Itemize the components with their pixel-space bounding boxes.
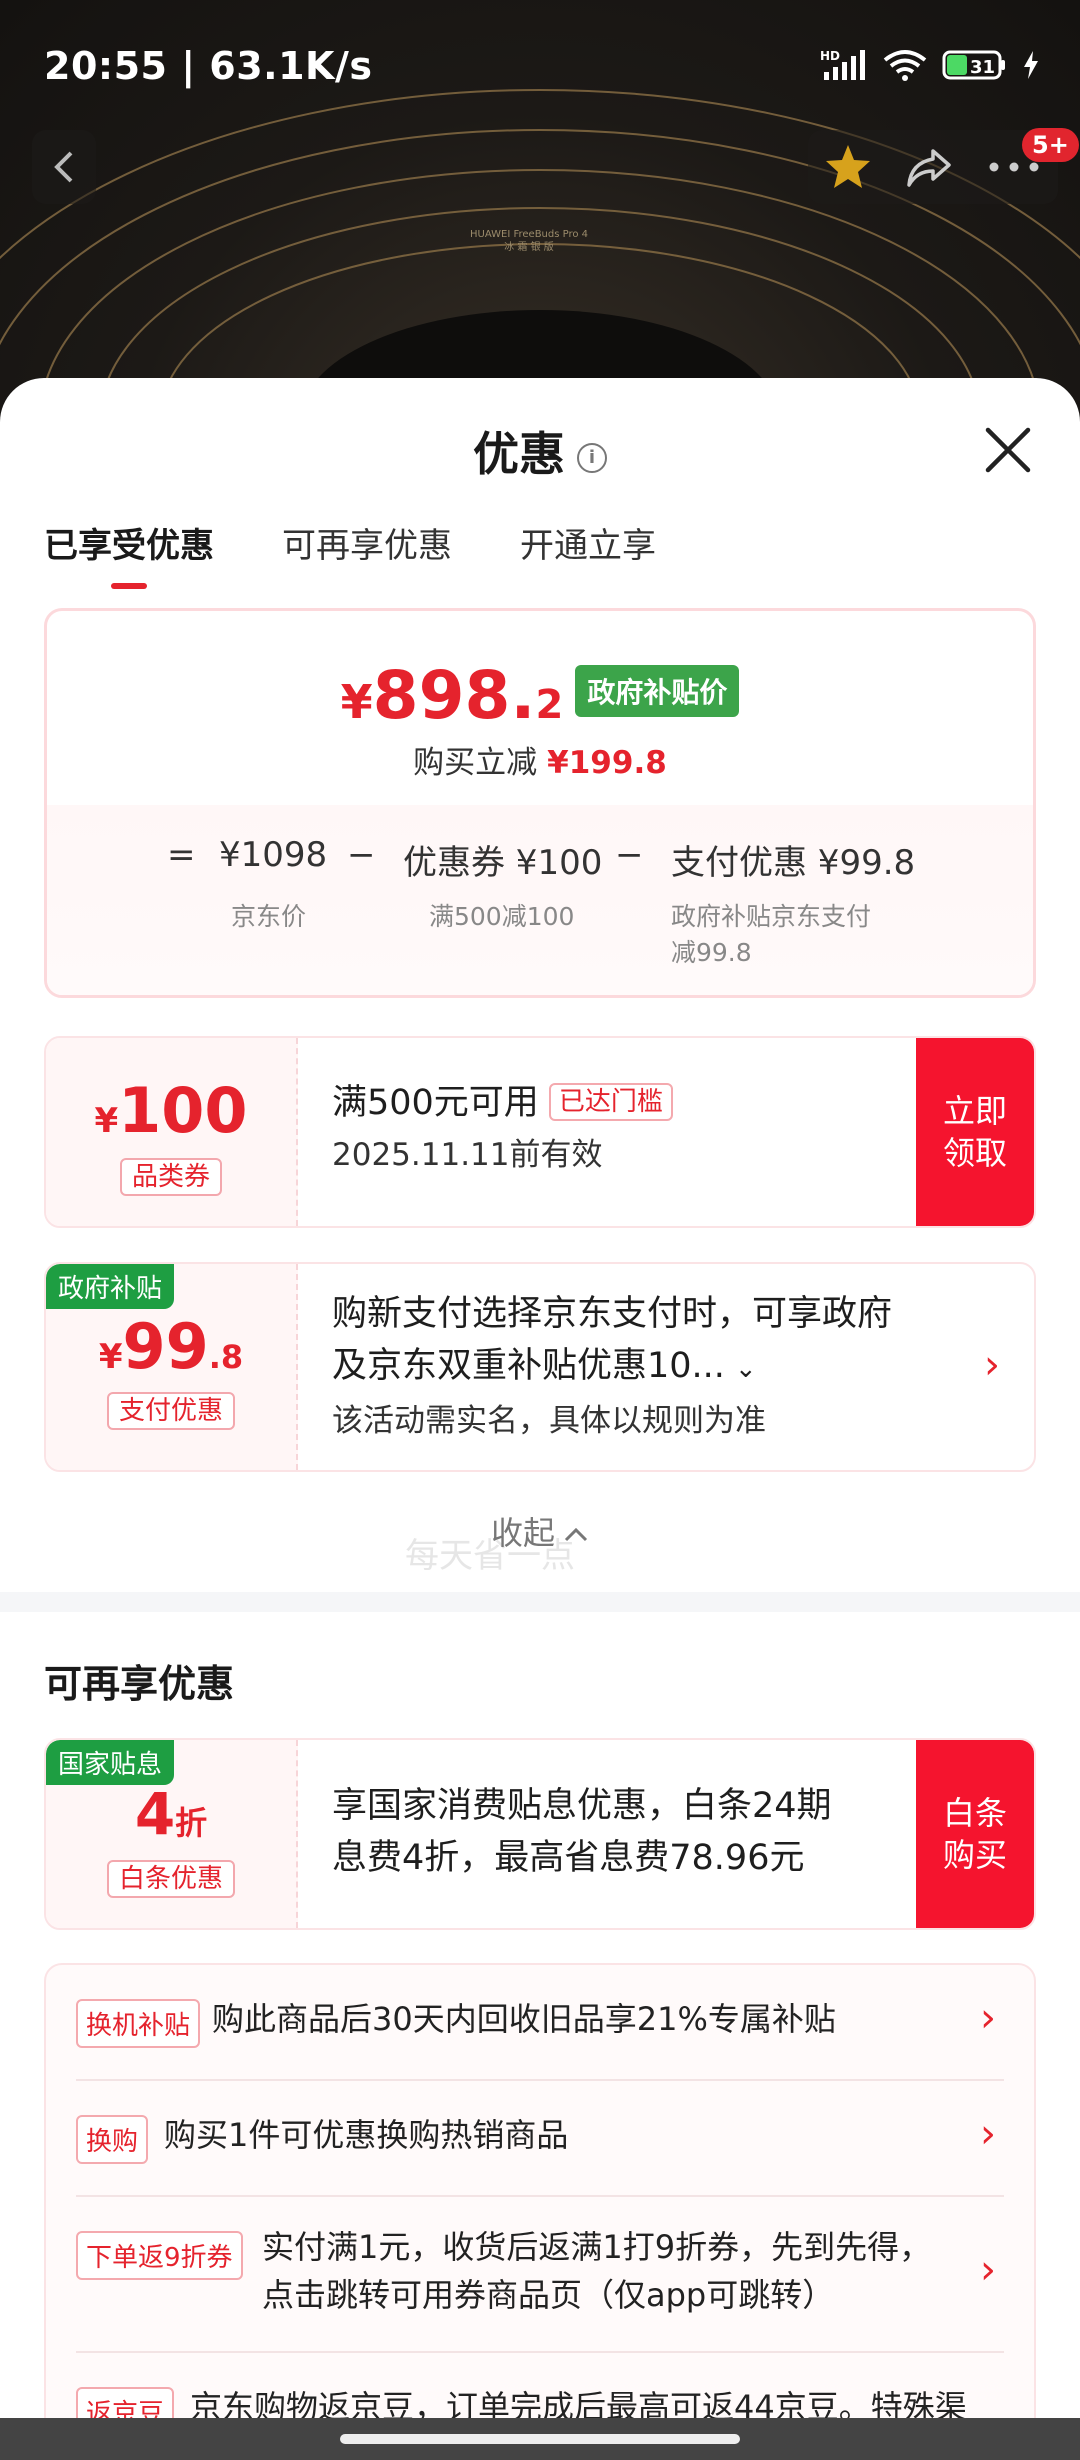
jd-price-label: 京东价 [231, 902, 307, 931]
wifi-icon [883, 50, 927, 81]
minus-sign-2: − [615, 835, 644, 875]
tab-activate[interactable]: 开通立享 [520, 518, 656, 589]
list-item-return-coupon[interactable]: 下单返9折券 实付满1元，收货后返满1打9折券，先到先得， 点击跳转可用券商品页… [76, 2197, 1004, 2353]
baitiao-buy-button[interactable]: 白条购买 [916, 1740, 1034, 1928]
coupon-value: 优惠券 ¥100 [403, 843, 603, 883]
share-icon[interactable] [903, 141, 955, 193]
favorite-star-icon[interactable] [822, 141, 874, 193]
svg-text:31: 31 [970, 57, 995, 78]
offer-text: 购买1件可优惠换购热销商品 [164, 2116, 569, 2154]
other-offers-list: 换机补贴 购此商品后30天内回收旧品享21%专属补贴 › 换购 购买1件可优惠换… [44, 1963, 1036, 2460]
chevron-right-icon: › [980, 2247, 996, 2293]
coupon-detail: 满500元可用 已达门槛 2025.11.11前有效 [332, 1076, 673, 1181]
back-icon [54, 151, 73, 183]
back-button[interactable] [32, 130, 96, 204]
offer-text: 实付满1元，收货后返满1打9折券，先到先得， 点击跳转可用券商品页（仅app可跳… [262, 2228, 932, 2314]
home-indicator-bar [0, 2418, 1080, 2460]
chevron-right-icon: › [980, 1995, 996, 2041]
offer-tag: 下单返9折券 [76, 2231, 243, 2280]
price-breakdown: = ¥1098 京东价 − 优惠券 ¥100 满500减100 − 支付优惠 ¥… [47, 805, 1033, 995]
message-badge: 5+ [1022, 128, 1079, 162]
product-logo: HUAWEI FreeBuds Pro 4 冰 霜 银 版 [470, 229, 589, 253]
status-bar: 20:55 | 63.1K/s HD 31 [0, 0, 1080, 130]
baitiao-discount-card: 4折 白条优惠 国家贴息 享国家消费贴息优惠，白条24期 息费4折，最高省息费7… [44, 1738, 1036, 1930]
coupon-type: 品类券 [46, 1156, 296, 1196]
tab-enjoyed[interactable]: 已享受优惠 [44, 518, 214, 589]
close-icon[interactable] [980, 422, 1036, 478]
home-indicator[interactable] [340, 2434, 740, 2444]
payment-discount-type: 支付优惠 [46, 1390, 296, 1430]
signal-icon: HD [820, 49, 865, 80]
baitiao-discount-type: 白条优惠 [46, 1858, 296, 1898]
list-item-exchange[interactable]: 换购 购买1件可优惠换购热销商品 › [76, 2081, 1004, 2197]
gov-subsidy-price-tag: 政府补贴价 [575, 665, 740, 717]
claim-coupon-button[interactable]: 立即领取 [916, 1038, 1034, 1226]
pay-discount-value: 支付优惠 ¥99.8 [671, 843, 916, 883]
coupon-amount: ¥100 [94, 1074, 248, 1147]
baitiao-discount-detail: 享国家消费贴息优惠，白条24期 息费4折，最高省息费78.96元 [332, 1786, 832, 1878]
payment-discount-amount: ¥99.8 [98, 1310, 244, 1383]
final-price: ¥898.2 政府补贴价 [47, 657, 1033, 734]
sheet-title: 优惠 [473, 427, 565, 481]
price-summary-card: ¥898.2 政府补贴价 购买立减 ¥199.8 = ¥1098 京东价 − 优惠券… [44, 608, 1036, 998]
equals-sign: = [167, 835, 196, 875]
section-title-more-discounts: 可再享优惠 [44, 1662, 235, 1706]
sheet-title-wrap: 优惠 i [0, 418, 1080, 484]
baitiao-discount-amount: 4折 [134, 1780, 208, 1848]
chevron-right-icon: › [980, 2111, 996, 2157]
list-item-trade-in[interactable]: 换机补贴 购此商品后30天内回收旧品享21%专属补贴 › [76, 1965, 1004, 2081]
threshold-reached-tag: 已达门槛 [548, 1083, 673, 1121]
payment-discount-detail: 购新支付选择京东支付时，可享政府 及京东双重补贴优惠10... ⌄ 该活动需实名，… [332, 1294, 893, 1439]
payment-discount-card[interactable]: ¥99.8 支付优惠 政府补贴 购新支付选择京东支付时，可享政府 及京东双重补贴… [44, 1262, 1036, 1472]
chevron-up-icon [564, 1527, 588, 1542]
reduce-line: 购买立减 ¥199.8 [413, 745, 667, 781]
national-interest-subsidy-tag: 国家贴息 [46, 1740, 175, 1785]
tab-more-available[interactable]: 可再享优惠 [282, 518, 452, 589]
coupon-expire: 2025.11.11前有效 [332, 1137, 603, 1173]
offer-tag: 换购 [76, 2115, 149, 2164]
battery-icon: 31 [942, 50, 1005, 80]
status-icons: HD 31 [820, 48, 1040, 82]
offer-tag: 换机补贴 [76, 1999, 201, 2048]
chevron-right-icon: › [984, 1342, 1000, 1388]
tab-bar: 已享受优惠 可再享优惠 开通立享 [44, 518, 724, 589]
charging-icon [1024, 51, 1038, 79]
pay-discount-label: 政府补贴京东支付 减99.8 [671, 902, 872, 967]
info-icon[interactable]: i [577, 442, 607, 473]
offer-text: 购此商品后30天内回收旧品享21%专属补贴 [212, 2000, 836, 2038]
minus-sign: − [347, 835, 376, 875]
discount-sheet: 优惠 i 已享受优惠 可再享优惠 开通立享 ¥898.2 政府补贴价 购买立减 ¥19… [0, 378, 1080, 2460]
gov-subsidy-tag: 政府补贴 [46, 1264, 175, 1309]
status-time: 20:55 | 63.1K/s [44, 44, 373, 88]
expand-chevron-icon[interactable]: ⌄ [735, 1354, 757, 1384]
category-coupon-card: ¥100 品类券 满500元可用 已达门槛 2025.11.11前有效 立即领取 [44, 1036, 1036, 1228]
coupon-label: 满500减100 [429, 902, 575, 931]
collapse-button[interactable]: 收起 [0, 1508, 1080, 1554]
svg-text:HD: HD [820, 49, 840, 63]
top-actions [808, 130, 1058, 204]
section-divider [0, 1592, 1080, 1612]
jd-price-value: ¥1098 [219, 835, 328, 875]
